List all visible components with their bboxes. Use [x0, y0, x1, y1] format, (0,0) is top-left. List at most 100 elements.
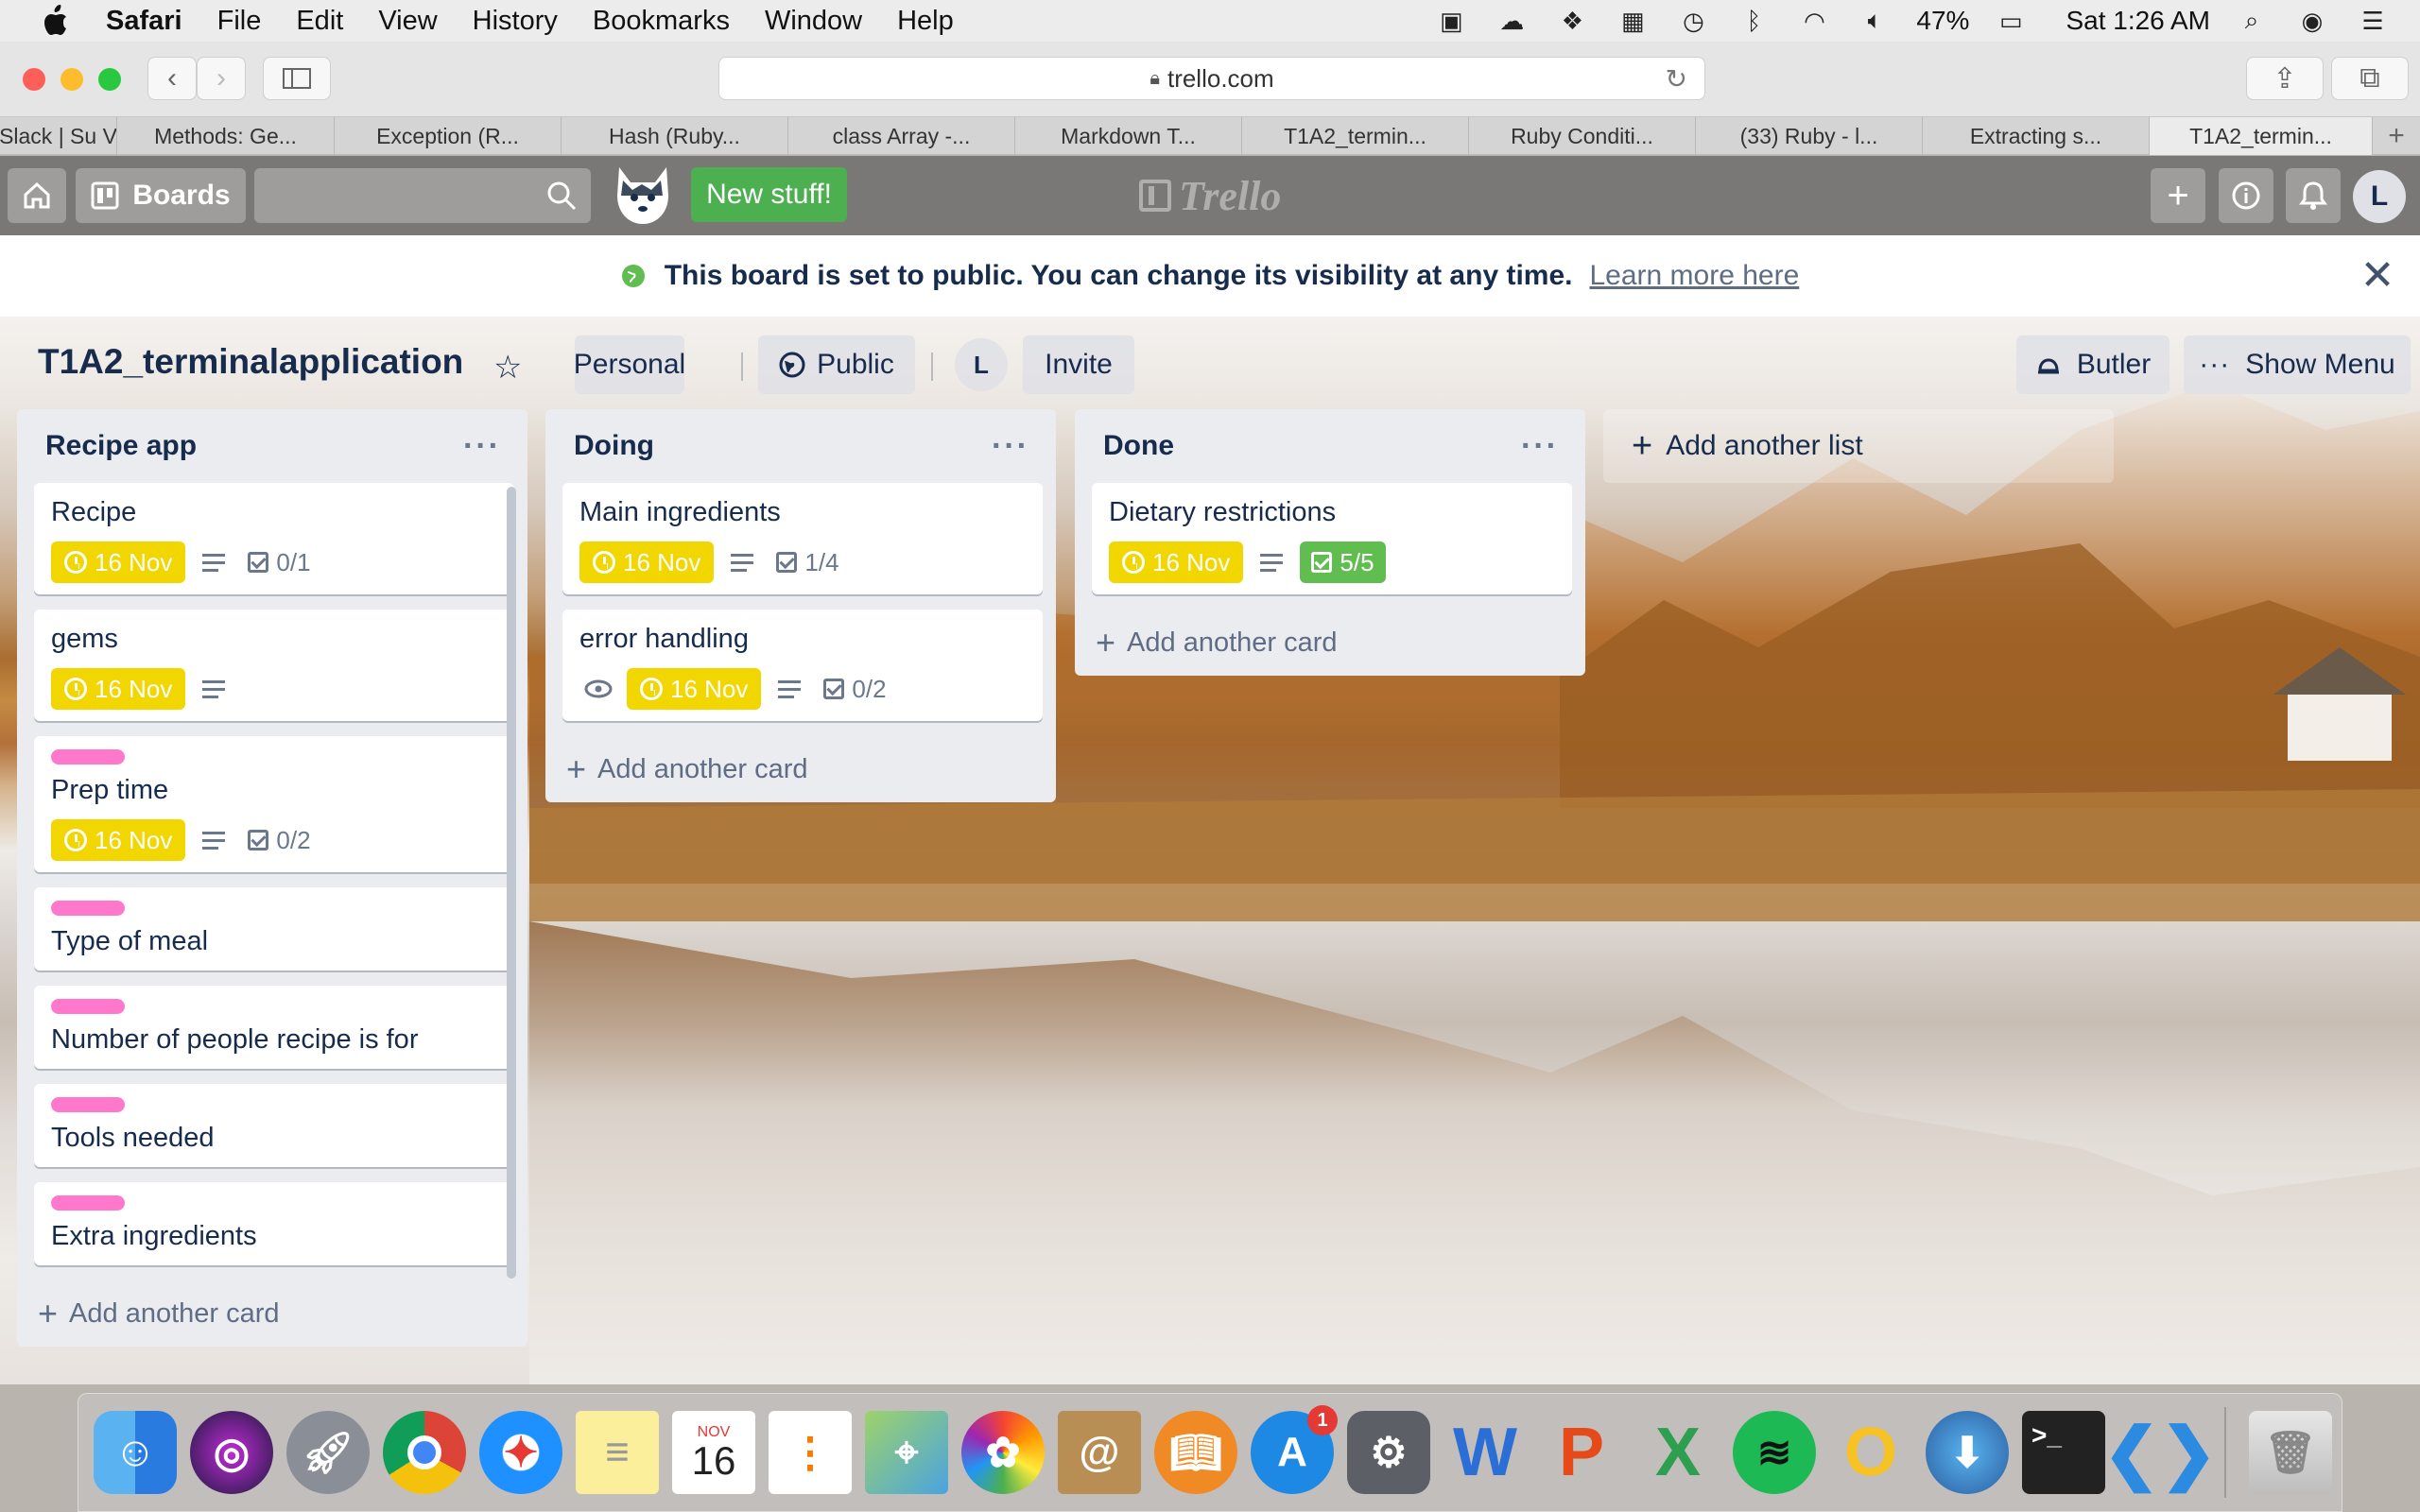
- list-header[interactable]: Recipe app ···: [17, 409, 527, 483]
- card[interactable]: Main ingredients 16 Nov 1/4: [562, 483, 1043, 594]
- books-icon[interactable]: 📖︎: [1154, 1411, 1237, 1494]
- back-button[interactable]: ‹: [147, 57, 197, 100]
- menu-bookmarks[interactable]: Bookmarks: [593, 6, 730, 37]
- dropbox-icon[interactable]: ❖: [1553, 7, 1591, 35]
- add-card-button[interactable]: + Add another card: [545, 736, 1056, 802]
- siri-icon[interactable]: ◎: [190, 1411, 273, 1494]
- tab[interactable]: Methods: Ge...: [117, 117, 335, 155]
- card-label-pink[interactable]: [51, 749, 125, 765]
- user-avatar[interactable]: L: [2353, 170, 2406, 223]
- new-stuff-button[interactable]: New stuff!: [691, 167, 847, 222]
- launchpad-icon[interactable]: 🚀︎: [286, 1411, 370, 1494]
- menu-view[interactable]: View: [378, 6, 437, 37]
- search-input[interactable]: [254, 168, 591, 223]
- due-date-badge[interactable]: 16 Nov: [1109, 541, 1244, 583]
- app-store-icon[interactable]: A1: [1251, 1405, 1338, 1494]
- star-icon[interactable]: ☆: [493, 349, 522, 387]
- card[interactable]: Tools needed: [34, 1084, 514, 1167]
- menu-edit[interactable]: Edit: [296, 6, 343, 37]
- due-date-badge[interactable]: 16 Nov: [579, 541, 715, 583]
- card[interactable]: Number of people recipe is for: [34, 986, 514, 1069]
- close-window-button[interactable]: [23, 68, 45, 91]
- due-date-badge[interactable]: 16 Nov: [627, 668, 762, 710]
- tab[interactable]: Hash (Ruby...: [562, 117, 788, 155]
- minimize-window-button[interactable]: [60, 68, 83, 91]
- card[interactable]: gems 16 Nov: [34, 610, 514, 721]
- card[interactable]: Prep time 16 Nov 0/2: [34, 736, 514, 872]
- battery-percent[interactable]: 47%: [1916, 6, 1969, 36]
- card-label-pink[interactable]: [51, 1097, 125, 1112]
- trello-logo[interactable]: Trello: [1139, 171, 1281, 220]
- safari-icon[interactable]: ✦: [479, 1411, 562, 1494]
- card-label-pink[interactable]: [51, 1195, 125, 1211]
- tab[interactable]: Markdown T...: [1015, 117, 1242, 155]
- menu-safari[interactable]: Safari: [106, 6, 182, 37]
- chrome-icon[interactable]: [383, 1411, 466, 1494]
- address-bar[interactable]: 🔒︎ trello.com ↻: [718, 57, 1705, 100]
- spotify-icon[interactable]: ≋: [1733, 1411, 1816, 1494]
- tab-overview-icon[interactable]: ⧉: [2331, 57, 2409, 100]
- excel-icon[interactable]: X: [1636, 1411, 1720, 1494]
- butler-button[interactable]: Butler: [2016, 335, 2169, 394]
- learn-more-link[interactable]: Learn more here: [1589, 260, 1799, 292]
- add-list-button[interactable]: + Add another list: [1603, 409, 2114, 483]
- vscode-icon[interactable]: ❮❯: [2103, 1411, 2218, 1494]
- boards-button[interactable]: Boards: [76, 168, 246, 223]
- trash-icon[interactable]: 🗑︎: [2249, 1411, 2332, 1494]
- time-machine-icon[interactable]: ◷: [1674, 7, 1712, 35]
- close-icon[interactable]: ✕: [2358, 255, 2397, 297]
- bluetooth-icon[interactable]: ᛒ: [1735, 7, 1772, 35]
- show-menu-button[interactable]: ··· Show Menu: [2184, 335, 2411, 394]
- tab[interactable]: Extracting s...: [1923, 117, 2150, 155]
- taco-husky-icon[interactable]: [610, 162, 676, 232]
- spotlight-icon[interactable]: ⌕: [2233, 6, 2271, 35]
- add-card-button[interactable]: + Add another card: [1075, 610, 1585, 676]
- creative-cloud-icon[interactable]: ☁: [1493, 7, 1530, 35]
- system-preferences-icon[interactable]: ⚙: [1347, 1411, 1430, 1494]
- due-date-badge[interactable]: 16 Nov: [51, 541, 186, 583]
- menu-extra-icon[interactable]: ▦: [1614, 7, 1651, 35]
- card[interactable]: Extra ingredients: [34, 1182, 514, 1265]
- list-header[interactable]: Done ···: [1075, 409, 1585, 483]
- finder-icon[interactable]: ☺: [94, 1411, 177, 1494]
- outlook-icon[interactable]: O: [1829, 1411, 1912, 1494]
- forward-button[interactable]: ›: [197, 57, 246, 100]
- tab-active[interactable]: T1A2_termin...: [2150, 117, 2373, 155]
- menu-history[interactable]: History: [473, 6, 558, 37]
- migration-icon[interactable]: ⬇: [1926, 1411, 2009, 1494]
- create-plus-icon[interactable]: +: [2151, 168, 2205, 223]
- list-menu-icon[interactable]: ···: [1521, 428, 1559, 465]
- siri-menu-icon[interactable]: ◉: [2293, 7, 2331, 35]
- photos-icon[interactable]: ✿: [961, 1411, 1045, 1494]
- calendar-icon[interactable]: NOV 16: [672, 1411, 755, 1494]
- list-title[interactable]: Recipe app: [45, 430, 197, 462]
- add-card-button[interactable]: + Add another card: [17, 1280, 527, 1347]
- list-menu-icon[interactable]: ···: [992, 428, 1029, 465]
- card[interactable]: Type of meal: [34, 887, 514, 971]
- member-avatar[interactable]: L: [955, 338, 1008, 391]
- tab[interactable]: (33) Ruby - l...: [1696, 117, 1923, 155]
- list-header[interactable]: Doing ···: [545, 409, 1056, 483]
- due-date-badge[interactable]: 16 Nov: [51, 668, 186, 710]
- clock[interactable]: Sat 1:26 AM: [2066, 6, 2210, 36]
- card-label-pink[interactable]: [51, 901, 125, 916]
- menu-window[interactable]: Window: [765, 6, 862, 37]
- powerpoint-icon[interactable]: P: [1540, 1411, 1623, 1494]
- notes-icon[interactable]: ≡: [576, 1411, 659, 1494]
- tab[interactable]: T1A2_termin...: [1242, 117, 1469, 155]
- maps-icon[interactable]: ⌖: [865, 1411, 948, 1494]
- tab[interactable]: Slack | Su V: [0, 117, 117, 155]
- list-title[interactable]: Done: [1103, 430, 1174, 462]
- battery-icon[interactable]: ▭: [1992, 7, 2030, 35]
- notifications-bell-icon[interactable]: [2286, 168, 2341, 223]
- zoom-window-button[interactable]: [98, 68, 121, 91]
- menu-file[interactable]: File: [217, 6, 262, 37]
- word-icon[interactable]: W: [1443, 1411, 1527, 1494]
- card-label-pink[interactable]: [51, 999, 125, 1014]
- sidebar-toggle-icon[interactable]: [263, 57, 331, 100]
- share-icon[interactable]: ⇪: [2246, 57, 2324, 100]
- wifi-icon[interactable]: ◠: [1795, 7, 1833, 35]
- list-menu-icon[interactable]: ···: [463, 428, 501, 465]
- home-button[interactable]: [8, 168, 66, 223]
- card[interactable]: Recipe 16 Nov 0/1: [34, 483, 514, 594]
